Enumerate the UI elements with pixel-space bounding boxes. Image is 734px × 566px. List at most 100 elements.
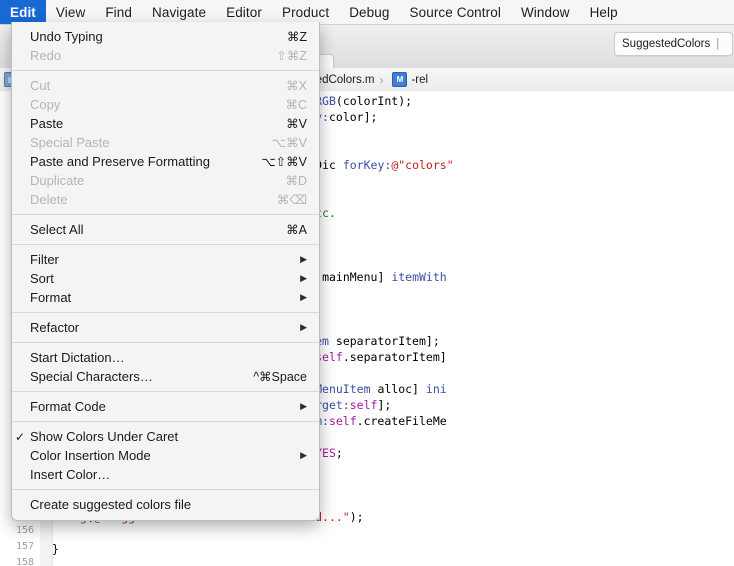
menu-item-label: Duplicate [30,173,85,188]
menu-item-label: Filter [30,252,59,267]
menu-item-label: Undo Typing [30,29,103,44]
menu-item-format-code[interactable]: Format Code ▶ [12,397,319,416]
line-number: 156 [15,525,34,536]
menubar-item-label: Editor [226,4,262,20]
xcode-window: c SuggestedColors | ▤SuggestedColors›Sug… [0,0,734,566]
menu-item-label: Start Dictation… [30,350,125,365]
code-token: ; [335,446,343,460]
menu-item-undo-typing[interactable]: Undo Typing ⌘Z [12,27,319,46]
menubar-item-help[interactable]: Help [580,0,628,24]
menu-item-label: Special Paste [30,135,110,150]
menubar-item-label: View [55,4,86,20]
code-token: ); [349,510,364,524]
menu-item-label: Create suggested colors file [30,497,192,512]
menu-item-shortcut: ⇧⌘Z [276,49,307,63]
menu-separator [12,421,319,422]
menubar-item-window[interactable]: Window [511,0,580,24]
code-line: } [52,541,734,557]
submenu-arrow-icon: ▶ [300,273,307,283]
menu-item-special-characters[interactable]: Special Characters… ^⌘Space [12,367,319,386]
menubar-item-find[interactable]: Find [95,0,142,24]
menu-separator [12,70,319,71]
menu-item-sort[interactable]: Sort ▶ [12,269,319,288]
menu-item-redo: Redo ⇧⌘Z [12,46,319,65]
menu-item-label: Sort [30,271,54,286]
line-number: 157 [15,541,34,552]
code-token: self [349,398,378,412]
menu-item-label: Format [30,290,72,305]
menu-item-shortcut: ⌘X [286,79,307,93]
edit-menu-dropdown[interactable]: Undo Typing ⌘Z Redo ⇧⌘Z Cut ⌘X Copy ⌘C Paste ⌘V Sp… [11,22,320,521]
menubar-item-navigate[interactable]: Navigate [142,0,216,24]
scheme-name: SuggestedColors [622,38,711,50]
menubar-item-product[interactable]: Product [272,0,339,24]
menu-item-label: Insert Color… [30,467,111,482]
submenu-arrow-icon: ▶ [300,292,307,302]
menu-item-shortcut: ⌘A [286,223,307,237]
menu-item-start-dictation[interactable]: Start Dictation… [12,348,319,367]
menu-item-shortcut: ⌘V [286,117,307,131]
menu-separator [12,214,319,215]
menubar-item-editor[interactable]: Editor [216,0,272,24]
menubar-item-label: Find [105,4,132,20]
menubar-item-edit[interactable]: Edit [0,0,46,24]
menu-separator [12,342,319,343]
method-marker-icon: M [392,72,408,87]
menu-item-select-all[interactable]: Select All ⌘A [12,220,319,239]
menu-item-copy: Copy ⌘C [12,95,319,114]
code-token: ini [425,382,447,396]
code-token: .separatorItem] [342,350,447,364]
menu-item-filter[interactable]: Filter ▶ [12,250,319,269]
menu-item-shortcut: ⌘C [285,98,307,112]
menu-item-special-paste: Special Paste ⌥⌘V [12,133,319,152]
code-token: forKey: [342,158,392,172]
menu-item-label: Format Code [30,399,106,414]
menubar-item-source-control[interactable]: Source Control [400,0,511,24]
menu-item-shortcut: ⌥⇧⌘V [261,155,307,169]
menu-item-show-colors-under-caret[interactable]: ✓ Show Colors Under Caret [12,427,319,446]
breadcrumb-label: -rel [411,73,429,86]
menu-item-shortcut: ⌘Z [286,30,307,44]
menu-item-label: Show Colors Under Caret [30,429,179,444]
breadcrumb-separator: › [379,72,384,87]
menu-item-paste[interactable]: Paste ⌘V [12,114,319,133]
menubar-item-label: Debug [349,4,390,20]
code-token: mainMenu] [315,270,392,284]
submenu-arrow-icon: ▶ [300,322,307,332]
menu-item-color-insertion-mode[interactable]: Color Insertion Mode ▶ [12,446,319,465]
menu-item-label: Select All [30,222,84,237]
menu-item-duplicate: Duplicate ⌘D [12,171,319,190]
breadcrumb-segment[interactable]: M -rel [388,72,428,87]
menu-item-label: Color Insertion Mode [30,448,151,463]
menu-item-refactor[interactable]: Refactor ▶ [12,318,319,337]
menubar-item-label: Help [589,4,618,20]
menu-item-delete: Delete ⌘⌫ [12,190,319,209]
submenu-arrow-icon: ▶ [300,450,307,460]
menu-separator [12,312,319,313]
menu-separator [12,391,319,392]
scheme-selector[interactable]: SuggestedColors | [614,32,734,56]
menu-item-insert-color[interactable]: Insert Color… [12,465,319,484]
menu-item-label: Paste and Preserve Formatting [30,154,210,169]
code-token: separatorItem]; [328,334,440,348]
menu-item-shortcut: ⌘D [285,174,307,188]
menubar-item-debug[interactable]: Debug [339,0,399,24]
submenu-arrow-icon: ▶ [300,401,307,411]
menu-separator [12,244,319,245]
menu-item-label: Copy [30,97,61,112]
menu-item-label: Cut [30,78,51,93]
submenu-arrow-icon: ▶ [300,254,307,264]
menubar-item-view[interactable]: View [46,0,95,24]
menu-item-cut: Cut ⌘X [12,76,319,95]
code-token: @"colors" [391,158,454,172]
menu-item-paste-and-preserve-formatting[interactable]: Paste and Preserve Formatting ⌥⇧⌘V [12,152,319,171]
menubar-item-label: Edit [10,4,36,20]
menu-item-format[interactable]: Format ▶ [12,288,319,307]
menu-item-create-suggested-colors-file[interactable]: Create suggested colors file [12,495,319,514]
menubar-item-label: Window [520,4,570,20]
menu-separator [12,489,319,490]
menubar-item-label: Source Control [409,4,501,20]
menu-item-label: Special Characters… [30,369,153,384]
